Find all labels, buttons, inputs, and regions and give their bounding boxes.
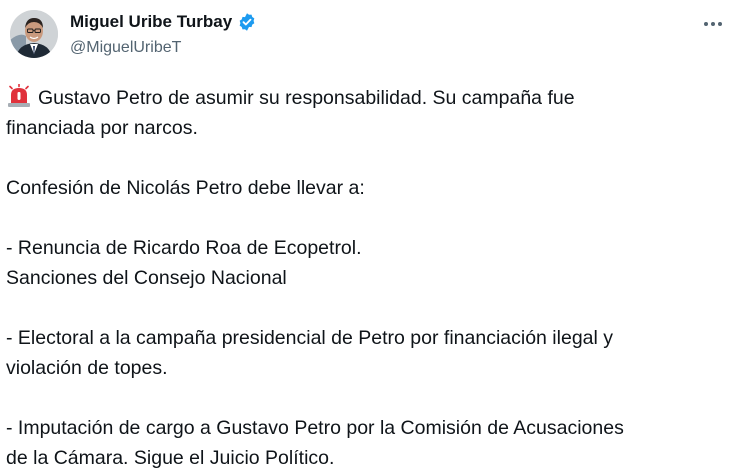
tweet-line-4: Confesión de Nicolás Petro debe llevar a… [6,177,365,199]
author-handle[interactable]: @MiguelUribeT [70,37,257,59]
tweet-line-text: Gustavo Petro de asumir su responsabilid… [38,87,575,109]
tweet-line-13: de la Cámara. Sigue el Juicio Político. [6,447,335,469]
tweet-card: Miguel Uribe Turbay @MiguelUribeT Gustav… [0,0,744,475]
author-name-row: Miguel Uribe Turbay [70,10,257,34]
author-info: Miguel Uribe Turbay @MiguelUribeT [70,10,257,59]
tweet-line-12: - Imputación de cargo a Gustavo Petro po… [6,417,624,439]
verified-badge-icon[interactable] [237,12,257,32]
avatar[interactable] [10,10,58,58]
tweet-text: Gustavo Petro de asumir su responsabilid… [6,83,734,473]
author-display-name[interactable]: Miguel Uribe Turbay [70,10,232,34]
tweet-line-6: - Renuncia de Ricardo Roa de Ecopetrol. [6,237,362,259]
avatar-image [10,10,58,58]
tweet-line-1: Gustavo Petro de asumir su responsabilid… [6,83,734,113]
more-options-icon-dot [711,22,715,26]
more-options-button[interactable] [696,10,730,38]
tweet-line-10: violación de topes. [6,357,168,379]
rotating-light-emoji-icon [6,83,32,108]
tweet-line-7: Sanciones del Consejo Nacional [6,267,287,289]
more-options-icon [704,22,708,26]
tweet-line-2: financiada por narcos. [6,117,198,139]
more-options-icon-dot [718,22,722,26]
tweet-line-9: - Electoral a la campaña presidencial de… [6,327,614,349]
